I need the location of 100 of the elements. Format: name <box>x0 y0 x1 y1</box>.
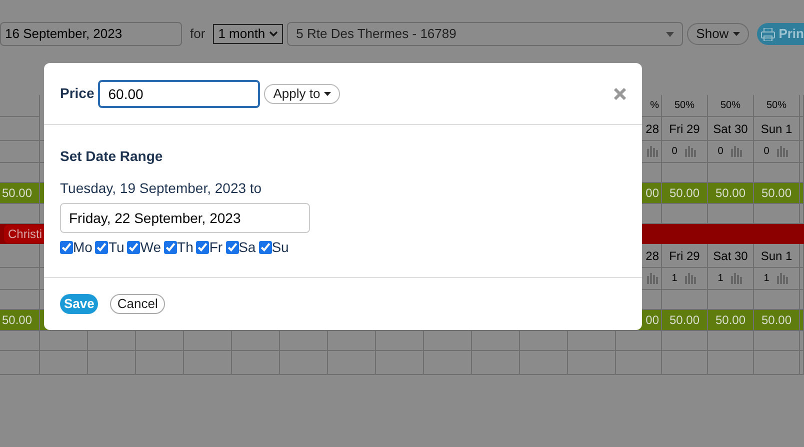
count-text: 0 <box>672 145 678 159</box>
count-text: 0 <box>764 145 770 159</box>
day-label: We <box>140 238 162 257</box>
grid-cell <box>184 331 232 351</box>
booking-tag[interactable]: Christi <box>4 225 46 243</box>
apply-to-button[interactable]: Apply to <box>264 84 340 104</box>
grid-cell <box>88 331 136 351</box>
from-date-text: Tuesday, 19 September, 2023 to <box>60 179 263 198</box>
grid-cell <box>232 351 280 375</box>
caret-icon <box>324 92 332 96</box>
printer-icon <box>760 28 775 40</box>
day-label: Sa <box>238 238 256 257</box>
grid-cell <box>280 351 328 375</box>
price-text: 50.00 <box>761 312 792 329</box>
grid-cell <box>520 331 568 351</box>
for-label: for <box>189 25 206 44</box>
day-checkbox[interactable] <box>258 241 272 254</box>
bars-icon <box>647 273 659 284</box>
grid-cell <box>0 268 40 290</box>
price-text: 00 <box>646 185 659 202</box>
grid-cell <box>184 351 232 375</box>
day-label: Th <box>177 238 194 257</box>
grid-cell <box>40 351 88 375</box>
count-text: 1 <box>672 272 678 286</box>
grid-cell <box>568 331 616 351</box>
bars-icon <box>685 273 698 284</box>
day-header: Fri 29 <box>669 248 700 264</box>
day-checkbox[interactable] <box>60 241 73 254</box>
day-header: Sun 1 <box>760 248 792 264</box>
price-text: 50.00 <box>669 312 700 329</box>
bars-icon <box>685 146 698 157</box>
price-text: 50.00 <box>669 185 700 202</box>
price-text: 50.00 <box>2 185 32 202</box>
day-header: Sat 30 <box>713 120 748 138</box>
day-checkbox[interactable] <box>164 241 178 254</box>
percent-text: 50% <box>674 99 694 113</box>
grid-cell <box>662 351 708 375</box>
start-date-field[interactable]: 16 September, 2023 <box>0 22 182 46</box>
grid-cell <box>328 331 376 351</box>
grid-cell <box>136 351 184 375</box>
bars-icon <box>731 273 744 284</box>
percent-text: % <box>650 99 659 113</box>
price-text: 00 <box>646 312 659 329</box>
day-label: Fr <box>209 238 223 257</box>
percent-text: 50% <box>766 99 786 113</box>
price-text: 50.00 <box>761 185 792 202</box>
save-button[interactable]: Save <box>60 294 98 314</box>
caret-icon <box>732 32 740 36</box>
price-text: 50.00 <box>715 185 746 202</box>
chevron-icon <box>269 31 278 37</box>
price-text: 50.00 <box>715 312 746 329</box>
grid-cell <box>0 117 40 141</box>
grid-cell <box>424 331 472 351</box>
grid-cell <box>376 331 424 351</box>
day-header: 28 <box>646 248 659 264</box>
to-date-field[interactable]: Friday, 22 September, 2023 <box>60 203 310 233</box>
grid-cell <box>472 331 520 351</box>
day-header: Sun 1 <box>760 120 792 138</box>
day-checkbox[interactable] <box>226 241 239 254</box>
count-text: 1 <box>764 272 770 286</box>
day-header: 28 <box>646 120 659 138</box>
section-title: Set Date Range <box>60 147 164 166</box>
price-label: Price <box>60 84 94 103</box>
day-header: Sat 30 <box>713 248 748 264</box>
price-field[interactable]: 60.00 <box>98 80 260 108</box>
percent-text: 50% <box>720 99 740 113</box>
grid-cell <box>472 351 520 375</box>
count-text: 1 <box>718 272 724 286</box>
day-checkbox[interactable] <box>127 241 140 254</box>
grid-cell <box>232 331 280 351</box>
grid-cell <box>88 351 136 375</box>
show-button[interactable]: Show <box>687 23 749 45</box>
grid-cell <box>520 351 568 375</box>
grid-cell <box>754 351 800 375</box>
grid-cell <box>40 331 88 351</box>
bars-icon <box>647 146 659 157</box>
property-select[interactable]: 5 Rte Des Thermes - 16789 <box>287 22 684 46</box>
day-checkbox[interactable] <box>196 241 210 254</box>
grid-cell <box>0 141 40 163</box>
grid-cell <box>424 351 472 375</box>
price-text: 50.00 <box>2 312 32 329</box>
bars-icon <box>777 146 790 157</box>
grid-cell <box>376 351 424 375</box>
close-icon[interactable] <box>614 88 626 100</box>
count-text: 0 <box>718 145 724 159</box>
grid-cell <box>280 331 328 351</box>
grid-cell <box>136 331 184 351</box>
day-label: Su <box>272 238 289 257</box>
grid-cell <box>0 351 40 375</box>
day-header: Fri 29 <box>669 120 700 138</box>
grid-cell <box>568 351 616 375</box>
cancel-button[interactable]: Cancel <box>110 294 165 314</box>
grid-cell <box>708 351 754 375</box>
bars-icon <box>777 273 790 284</box>
period-select[interactable]: 1 month <box>213 24 284 44</box>
day-checkbox[interactable] <box>95 241 108 254</box>
grid-cell <box>616 351 662 375</box>
grid-cell <box>328 351 376 375</box>
day-label: Tu <box>108 238 124 257</box>
grid-cell <box>0 95 40 117</box>
